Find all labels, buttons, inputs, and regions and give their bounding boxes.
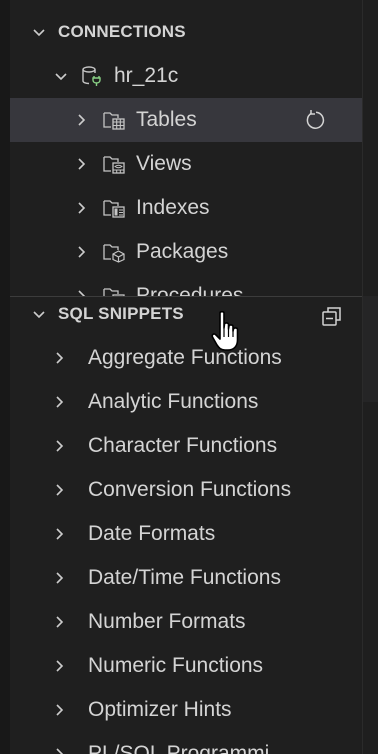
connection-node-hr-21c[interactable]: hr_21c — [10, 54, 362, 98]
chevron-right-icon — [48, 655, 70, 677]
chevron-right-icon — [48, 567, 70, 589]
snippet-label: Date/Time Functions — [88, 566, 281, 589]
snippet-item[interactable]: Optimizer Hints — [10, 688, 362, 732]
tree-item-label: Views — [136, 152, 192, 175]
chevron-right-icon — [48, 391, 70, 413]
snippet-label: Conversion Functions — [88, 478, 292, 501]
scroll-gutter — [362, 0, 378, 754]
snippet-label: Date Formats — [88, 522, 216, 545]
chevron-right-icon — [48, 699, 70, 721]
view-folder-icon — [102, 152, 126, 176]
snippet-item[interactable]: Aggregate Functions — [10, 336, 362, 380]
snippet-label: Analytic Functions — [88, 390, 259, 413]
tree-item-views[interactable]: Views — [10, 142, 362, 186]
connection-name: hr_21c — [114, 64, 179, 87]
chevron-right-icon — [48, 611, 70, 633]
snippet-item[interactable]: Character Functions — [10, 424, 362, 468]
tree-item-label: Tables — [136, 108, 197, 131]
tree-item-packages[interactable]: Packages — [10, 230, 362, 274]
tree-item-indexes[interactable]: Indexes — [10, 186, 362, 230]
collapse-all-icon[interactable] — [320, 304, 344, 328]
snippet-item[interactable]: Conversion Functions — [10, 468, 362, 512]
connections-header[interactable]: CONNECTIONS — [10, 10, 362, 54]
explorer-panel: CONNECTIONS hr_21c Tables Views Indexes … — [0, 0, 378, 754]
chevron-right-icon — [70, 109, 92, 131]
package-folder-icon — [102, 240, 126, 264]
snippet-label: Optimizer Hints — [88, 698, 232, 721]
snippet-label: Number Formats — [88, 610, 246, 633]
tree-item-tables[interactable]: Tables — [10, 98, 362, 142]
sql-snippets-header-label: SQL SNIPPETS — [58, 304, 184, 323]
refresh-icon[interactable] — [303, 108, 327, 132]
chevron-right-icon — [48, 523, 70, 545]
table-folder-icon — [102, 108, 126, 132]
snippet-item[interactable]: Analytic Functions — [10, 380, 362, 424]
tree-item-label: Packages — [136, 240, 229, 263]
chevron-right-icon — [70, 241, 92, 263]
snippet-item[interactable]: Date/Time Functions — [10, 556, 362, 600]
chevron-right-icon — [48, 479, 70, 501]
procedure-folder-icon — [102, 284, 126, 296]
chevron-right-icon — [48, 435, 70, 457]
chevron-down-icon — [50, 65, 72, 87]
snippet-label: Numeric Functions — [88, 654, 264, 677]
tree-item-label: Procedures — [136, 284, 244, 296]
chevron-down-icon — [28, 303, 50, 325]
chevron-right-icon — [70, 153, 92, 175]
connections-header-label: CONNECTIONS — [58, 22, 186, 41]
snippet-item[interactable]: Date Formats — [10, 512, 362, 556]
tree-item-label: Indexes — [136, 196, 210, 219]
snippet-item[interactable]: Number Formats — [10, 600, 362, 644]
activity-gutter — [0, 0, 10, 754]
database-connection-icon — [80, 64, 104, 88]
sql-snippets-header[interactable]: SQL SNIPPETS — [10, 296, 362, 336]
index-folder-icon — [102, 196, 126, 220]
chevron-right-icon — [70, 285, 92, 296]
sql-snippets-section: SQL SNIPPETS Aggregate Functions Analyti… — [10, 296, 362, 754]
chevron-right-icon — [70, 197, 92, 219]
chevron-right-icon — [48, 347, 70, 369]
snippet-item[interactable]: PL/SQL Programmi — [10, 732, 362, 754]
snippet-label: PL/SQL Programmi — [88, 742, 270, 754]
snippet-item[interactable]: Numeric Functions — [10, 644, 362, 688]
snippet-label: Character Functions — [88, 434, 278, 457]
chevron-right-icon — [48, 743, 70, 754]
connections-section: CONNECTIONS hr_21c Tables Views Indexes … — [10, 0, 362, 296]
chevron-down-icon — [28, 21, 50, 43]
tree-item-procedures[interactable]: Procedures — [10, 274, 362, 296]
gutter-band — [363, 296, 378, 402]
snippet-label: Aggregate Functions — [88, 346, 282, 369]
